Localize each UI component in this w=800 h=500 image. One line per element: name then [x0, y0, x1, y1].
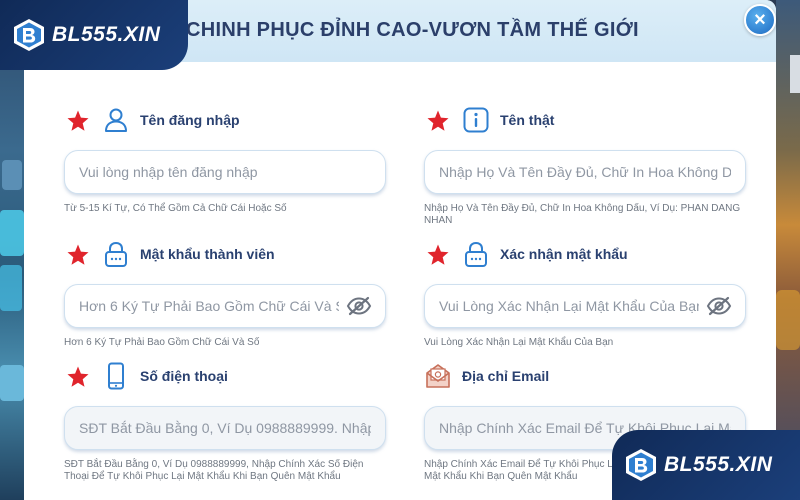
required-star-icon — [427, 110, 449, 131]
lock-icon — [105, 241, 127, 267]
username-input[interactable] — [64, 150, 386, 194]
phone-icon — [108, 362, 124, 390]
brand-name: BL555.XIN — [664, 453, 773, 476]
close-button[interactable]: × — [744, 4, 776, 36]
required-star-icon — [427, 244, 449, 265]
background-art-right — [776, 0, 800, 500]
modal-title: CHINH PHỤC ĐỈNH CAO-VƯƠN TẦM THẾ GIỚI — [186, 19, 639, 41]
brand-name: BL555.XIN — [52, 23, 161, 46]
required-star-icon — [67, 244, 89, 265]
username-hint: Từ 5-15 Kí Tự, Có Thể Gồm Cả Chữ Cái Hoặ… — [64, 203, 287, 214]
confirm-password-label: Xác nhận mật khẩu — [500, 246, 628, 262]
phone-label: Số điện thoại — [140, 368, 228, 384]
eye-off-icon[interactable] — [346, 296, 372, 316]
realname-input[interactable] — [424, 150, 746, 194]
required-star-icon — [67, 366, 89, 387]
phone-hint: SĐT Bắt Đầu Bằng 0, Ví Dụ 0988889999, Nh… — [64, 459, 364, 482]
register-modal: CHINH PHỤC ĐỈNH CAO-VƯƠN TẦM THẾ GIỚI Tê… — [24, 0, 776, 500]
brand-logo-top: BL555.XIN — [0, 0, 188, 70]
confirm-password-input[interactable] — [424, 284, 746, 328]
email-icon — [426, 364, 450, 388]
email-label: Địa chỉ Email — [462, 368, 550, 384]
confirm-password-hint: Vui Lòng Xác Nhận Lại Mật Khẩu Của Bạn — [424, 337, 614, 348]
password-label: Mật khẩu thành viên — [140, 246, 275, 262]
brand-logo-icon — [14, 19, 44, 51]
brand-logo-bottom: BL555.XIN — [612, 430, 800, 500]
username-label: Tên đăng nhập — [140, 112, 240, 128]
password-hint: Hơn 6 Ký Tự Phải Bao Gồm Chữ Cái Và Số — [64, 337, 260, 348]
background-art-left — [0, 0, 24, 500]
eye-off-icon[interactable] — [706, 296, 732, 316]
realname-hint: Nhập Họ Và Tên Đầy Đủ, Chữ In Hoa Không … — [424, 203, 741, 226]
lock-icon — [465, 241, 487, 267]
user-icon — [105, 108, 127, 132]
password-input[interactable] — [64, 284, 386, 328]
email-hint: Nhập Chính Xác Email Để Tự Khôi Phục Lại… — [424, 459, 621, 482]
info-icon — [463, 107, 489, 133]
required-star-icon — [67, 110, 89, 131]
realname-label: Tên thật — [500, 112, 555, 128]
phone-input[interactable] — [64, 406, 386, 450]
brand-logo-icon — [626, 449, 656, 481]
